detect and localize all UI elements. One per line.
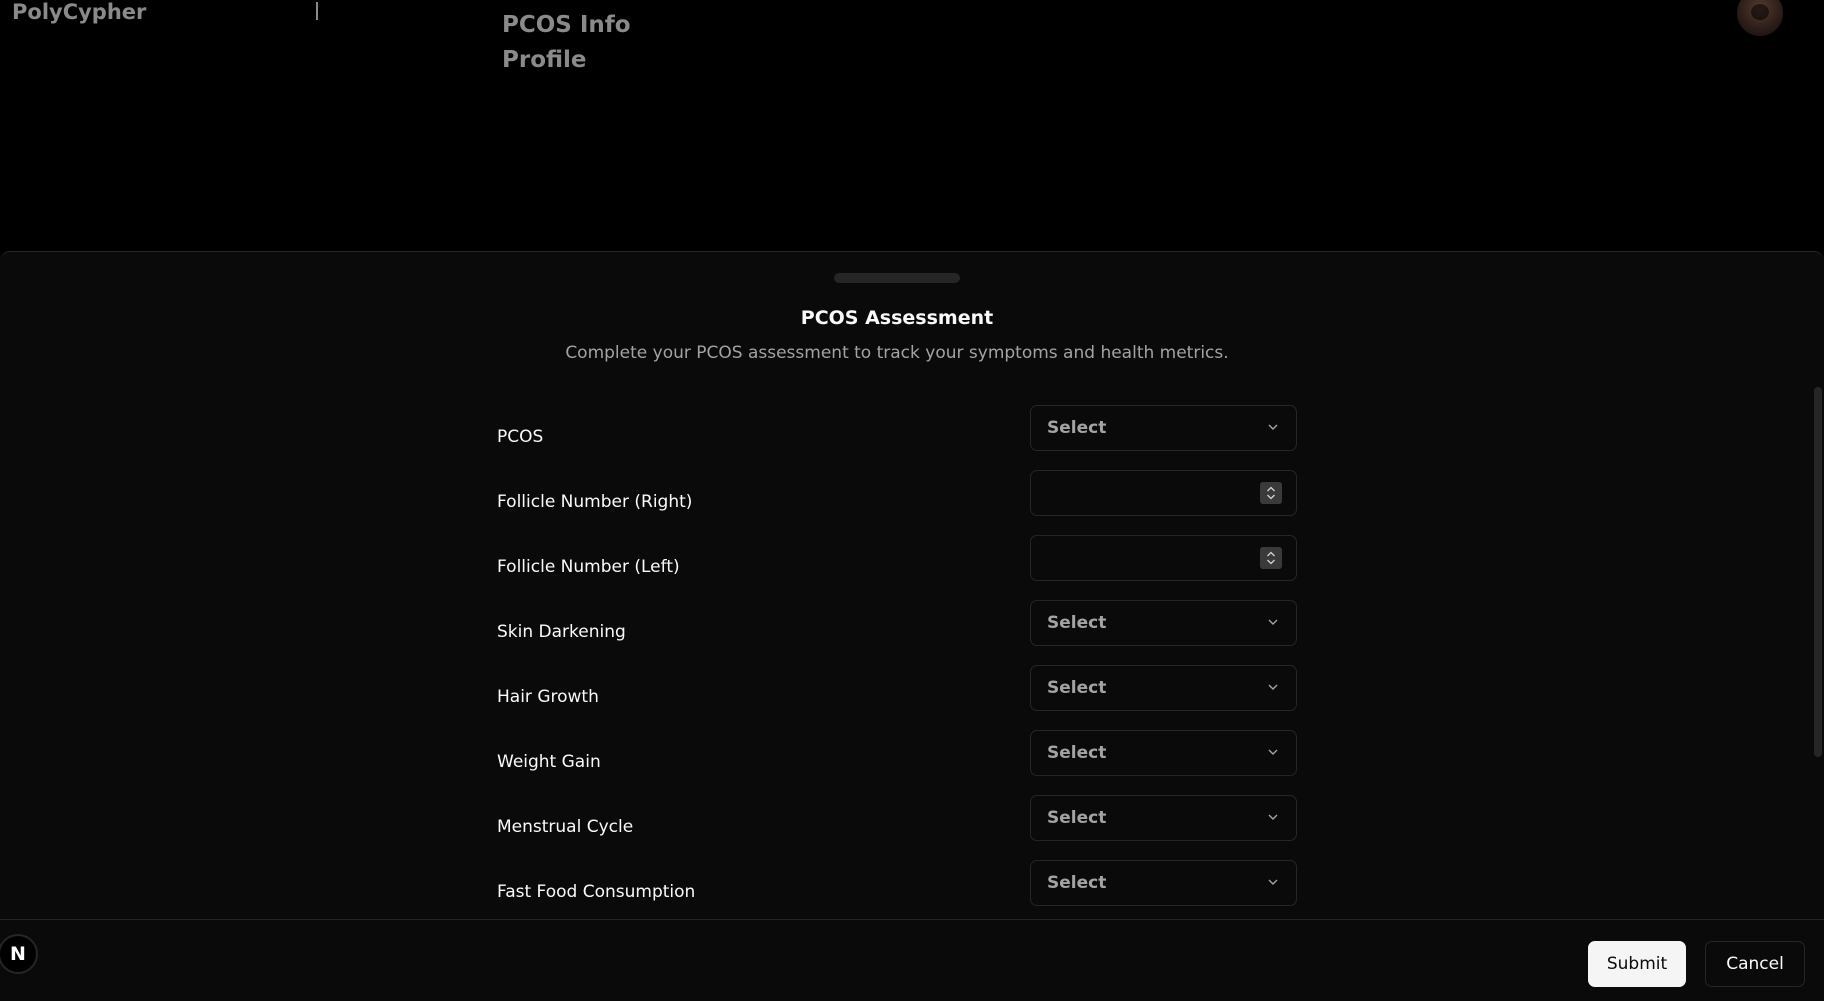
field-label: Menstrual Cycle xyxy=(497,817,634,837)
hair-growth-select[interactable]: Select xyxy=(1030,665,1297,711)
drawer-handle[interactable] xyxy=(834,273,960,283)
chevron-down-icon xyxy=(1268,879,1278,885)
select-value: Select xyxy=(1047,418,1107,438)
submit-button[interactable]: Submit xyxy=(1588,941,1686,987)
chevron-down-icon xyxy=(1268,749,1278,755)
field-row-weight-gain: Weight Gain Select xyxy=(497,730,1297,795)
field-row-follicle-left: Follicle Number (Left) xyxy=(497,535,1297,600)
chevron-down-icon xyxy=(1268,814,1278,820)
nav-link-pcos-info[interactable]: PCOS Info xyxy=(502,8,631,43)
nav-links: PCOS Info Profile xyxy=(502,8,631,78)
menstrual-cycle-select[interactable]: Select xyxy=(1030,795,1297,841)
skin-darkening-select[interactable]: Select xyxy=(1030,600,1297,646)
drawer-footer: Submit Cancel xyxy=(0,919,1824,1001)
select-value: Select xyxy=(1047,613,1107,633)
user-avatar[interactable] xyxy=(1737,0,1783,36)
brand-logo[interactable]: PolyCypher xyxy=(12,0,146,24)
select-value: Select xyxy=(1047,678,1107,698)
weight-gain-select[interactable]: Select xyxy=(1030,730,1297,776)
assessment-form: PCOS Select Follicle Number (Right) Foll… xyxy=(497,405,1297,925)
spinner-arrows-icon[interactable] xyxy=(1260,482,1282,504)
app-page: PolyCypher PCOS Info Profile PCOS Assess… xyxy=(0,0,1824,1001)
field-label: Follicle Number (Right) xyxy=(497,492,693,512)
chevron-down-icon xyxy=(1268,424,1278,430)
nav-link-profile[interactable]: Profile xyxy=(502,43,631,78)
assessment-drawer: PCOS Assessment Complete your PCOS asses… xyxy=(0,251,1824,1001)
select-value: Select xyxy=(1047,808,1107,828)
nav-separator xyxy=(316,2,318,20)
follicle-left-input[interactable] xyxy=(1030,535,1297,581)
field-label: Weight Gain xyxy=(497,752,601,772)
field-label: Skin Darkening xyxy=(497,622,626,642)
chevron-down-icon xyxy=(1268,684,1278,690)
fast-food-select[interactable]: Select xyxy=(1030,860,1297,906)
select-value: Select xyxy=(1047,743,1107,763)
field-row-skin-darkening: Skin Darkening Select xyxy=(497,600,1297,665)
field-row-fast-food: Fast Food Consumption Select xyxy=(497,860,1297,925)
field-label: Fast Food Consumption xyxy=(497,882,696,902)
follicle-right-input[interactable] xyxy=(1030,470,1297,516)
drawer-title: PCOS Assessment xyxy=(800,307,994,329)
field-label: PCOS xyxy=(497,427,544,447)
field-row-hair-growth: Hair Growth Select xyxy=(497,665,1297,730)
pcos-select[interactable]: Select xyxy=(1030,405,1297,451)
field-row-pcos: PCOS Select xyxy=(497,405,1297,470)
top-navigation: PolyCypher PCOS Info Profile xyxy=(0,0,1824,252)
field-row-menstrual-cycle: Menstrual Cycle Select xyxy=(497,795,1297,860)
field-label: Follicle Number (Left) xyxy=(497,557,680,577)
drawer-description: Complete your PCOS assessment to track y… xyxy=(565,343,1229,363)
cancel-button[interactable]: Cancel xyxy=(1705,941,1805,987)
spinner-arrows-icon[interactable] xyxy=(1260,547,1282,569)
drawer-scrollbar[interactable] xyxy=(1814,387,1822,757)
field-row-follicle-right: Follicle Number (Right) xyxy=(497,470,1297,535)
field-label: Hair Growth xyxy=(497,687,599,707)
chevron-down-icon xyxy=(1268,619,1278,625)
select-value: Select xyxy=(1047,873,1107,893)
avatar-image xyxy=(1751,4,1769,20)
